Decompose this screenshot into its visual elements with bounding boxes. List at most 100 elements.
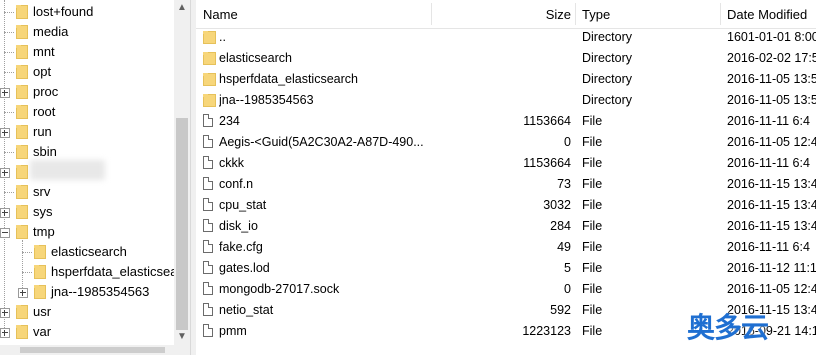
tree-item-label: tmp bbox=[33, 224, 55, 239]
tree-item-label: run bbox=[33, 124, 52, 139]
folder-icon bbox=[16, 325, 28, 339]
cell-size: 49 bbox=[557, 240, 571, 254]
file-icon bbox=[203, 282, 213, 295]
cell-size: 73 bbox=[557, 177, 571, 191]
expand-icon[interactable] bbox=[0, 128, 10, 138]
column-divider[interactable] bbox=[431, 3, 432, 25]
cell-type: File bbox=[582, 177, 603, 191]
table-row[interactable]: fake.cfg 49 File 2016-11-11 6:4 bbox=[196, 237, 816, 258]
file-icon bbox=[203, 198, 213, 211]
cell-date-modified: 2016-11-11 6:4 bbox=[727, 156, 810, 170]
cell-type: Directory bbox=[582, 51, 633, 65]
tree-item[interactable]: media bbox=[0, 22, 174, 42]
tree-item-label: mnt bbox=[33, 44, 55, 59]
file-icon bbox=[203, 114, 213, 127]
file-icon bbox=[203, 240, 213, 253]
column-header-size[interactable]: Size bbox=[516, 0, 571, 28]
cell-date-modified: 2016-11-15 13:4 bbox=[727, 177, 816, 191]
tree-horizontal-scrollbar[interactable] bbox=[0, 345, 190, 355]
table-row[interactable]: mongodb-27017.sock 0 File 2016-11-05 12:4 bbox=[196, 279, 816, 300]
cell-name: 234 bbox=[219, 114, 240, 128]
tree-item-label: hsperfdata_elasticsearch bbox=[51, 264, 190, 279]
tree-scroll-thumb[interactable] bbox=[176, 118, 188, 330]
folder-icon bbox=[34, 245, 46, 259]
tree-item-label: srv bbox=[33, 184, 51, 199]
column-header-date-modified[interactable]: Date Modified bbox=[727, 0, 807, 28]
table-row[interactable]: hsperfdata_elasticsearch Directory 2016-11… bbox=[196, 69, 816, 90]
expand-icon[interactable] bbox=[0, 328, 10, 338]
column-divider[interactable] bbox=[720, 3, 721, 25]
tree-item[interactable]: var bbox=[0, 322, 174, 342]
cell-date-modified: 2016-11-11 6:4 bbox=[727, 114, 810, 128]
folder-icon bbox=[203, 31, 216, 44]
tree-item[interactable]: run bbox=[0, 122, 174, 142]
tree-connector bbox=[4, 12, 14, 13]
folder-icon bbox=[16, 205, 28, 219]
folder-icon bbox=[203, 73, 216, 86]
cell-date-modified: 2016-11-05 13:5 bbox=[727, 72, 816, 86]
column-header-type[interactable]: Type bbox=[582, 0, 610, 28]
tree-item[interactable]: sbin bbox=[0, 142, 174, 162]
tree-connector bbox=[4, 192, 14, 193]
tree-item[interactable]: opt bbox=[0, 62, 174, 82]
tree-item[interactable]: sys bbox=[0, 202, 174, 222]
cell-name: hsperfdata_elasticsearch bbox=[219, 72, 358, 86]
column-header-name[interactable]: Name bbox=[203, 0, 238, 28]
tree-item[interactable]: lost+found bbox=[0, 2, 174, 22]
folder-icon bbox=[16, 25, 28, 39]
table-row[interactable]: elasticsearch Directory 2016-02-02 17:5 bbox=[196, 48, 816, 69]
tree-vertical-scrollbar[interactable]: ▲ ▼ bbox=[174, 0, 190, 345]
expand-icon[interactable] bbox=[0, 308, 10, 318]
scroll-up-icon[interactable]: ▲ bbox=[177, 3, 187, 13]
cell-name: pmm bbox=[219, 324, 247, 338]
cell-name: mongodb-27017.sock bbox=[219, 282, 340, 296]
tree-item[interactable]: tmp bbox=[0, 222, 174, 242]
cell-size: 1223123 bbox=[522, 324, 571, 338]
tree-item[interactable]: proc bbox=[0, 82, 174, 102]
folder-icon bbox=[16, 225, 28, 239]
cell-date-modified: 1601-01-01 8:00 bbox=[727, 30, 816, 44]
scroll-down-icon[interactable]: ▼ bbox=[177, 332, 187, 342]
folder-icon bbox=[203, 52, 216, 65]
table-row[interactable]: conf.n 73 File 2016-11-15 13:4 bbox=[196, 174, 816, 195]
tree-connector bbox=[4, 52, 14, 53]
cell-type: File bbox=[582, 261, 603, 275]
table-row[interactable]: gates.lod 5 File 2016-11-12 11:1 bbox=[196, 258, 816, 279]
tree-item[interactable]: srv bbox=[0, 182, 174, 202]
tree-item[interactable] bbox=[0, 162, 174, 182]
cell-name: .. bbox=[219, 30, 226, 44]
table-row[interactable]: .. Directory 1601-01-01 8:00 bbox=[196, 27, 816, 48]
expand-icon[interactable] bbox=[18, 288, 28, 298]
tree-item[interactable]: usr bbox=[0, 302, 174, 322]
collapse-icon[interactable] bbox=[0, 228, 10, 238]
cell-date-modified: 2016-11-11 6:4 bbox=[727, 240, 810, 254]
cell-size: 1153664 bbox=[523, 156, 571, 170]
tree-item[interactable]: mnt bbox=[0, 42, 174, 62]
folder-icon bbox=[16, 105, 28, 119]
tree-item[interactable]: hsperfdata_elasticsearch bbox=[0, 262, 190, 282]
table-row[interactable]: ckkk 1153664 File 2016-11-11 6:4 bbox=[196, 153, 816, 174]
table-row[interactable]: jna--1985354563 Directory 2016-11-05 13:5 bbox=[196, 90, 816, 111]
tree-item[interactable]: root bbox=[0, 102, 174, 122]
cell-date-modified: 2016-11-05 13:5 bbox=[727, 93, 816, 107]
cell-type: File bbox=[582, 198, 603, 212]
tree-hscroll-thumb[interactable] bbox=[20, 347, 165, 353]
expand-icon[interactable] bbox=[0, 168, 10, 178]
expand-icon[interactable] bbox=[0, 88, 10, 98]
table-row[interactable]: disk_io 284 File 2016-11-15 13:4 bbox=[196, 216, 816, 237]
tree-item-label: root bbox=[33, 104, 56, 119]
tree-item[interactable]: jna--1985354563 bbox=[0, 282, 174, 302]
tree-item[interactable]: elasticsearch bbox=[0, 242, 174, 262]
cell-date-modified: 2016-02-02 17:5 bbox=[727, 51, 816, 65]
table-row[interactable]: Aegis-<Guid(5A2C30A2-A87D-490... 0 File 201… bbox=[196, 132, 816, 153]
expand-icon[interactable] bbox=[0, 208, 10, 218]
cell-name: Aegis-<Guid(5A2C30A2-A87D-490... bbox=[219, 135, 424, 149]
table-row[interactable]: 234 1153664 File 2016-11-11 6:4 bbox=[196, 111, 816, 132]
cell-name: gates.lod bbox=[219, 261, 270, 275]
table-row[interactable]: cpu_stat 3032 File 2016-11-15 13:4 bbox=[196, 195, 816, 216]
column-divider[interactable] bbox=[575, 3, 576, 25]
folder-icon bbox=[203, 94, 216, 107]
cell-name: netio_stat bbox=[219, 303, 274, 317]
cell-size: 3032 bbox=[543, 198, 571, 212]
cell-type: Directory bbox=[582, 30, 633, 44]
